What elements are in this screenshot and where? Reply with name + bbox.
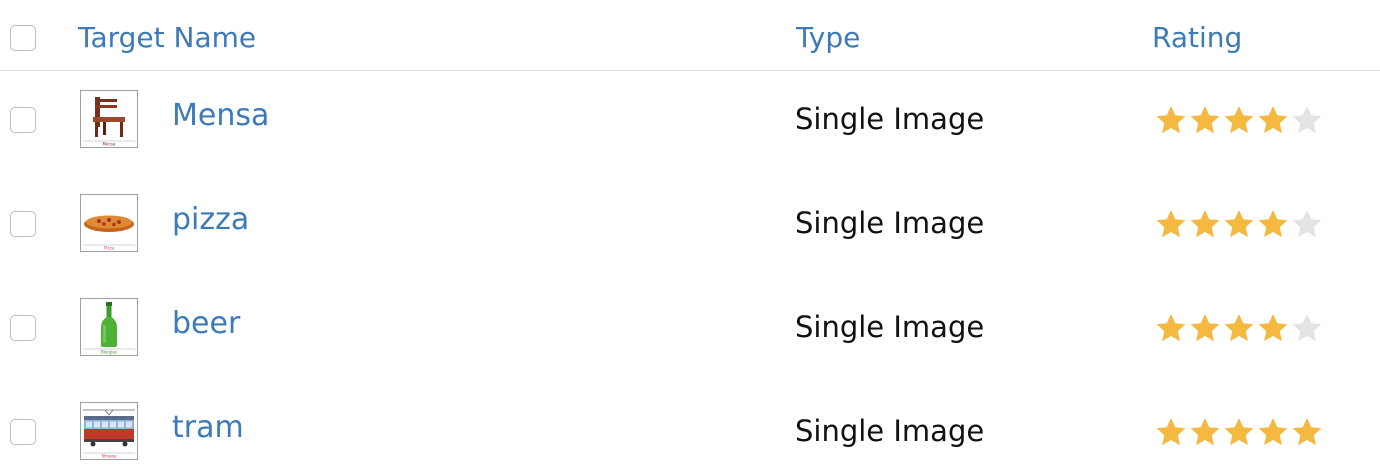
target-type: Single Image xyxy=(795,310,985,344)
star-filled-icon[interactable] xyxy=(1188,416,1222,448)
star-filled-icon[interactable] xyxy=(1188,312,1222,344)
rating-stars[interactable] xyxy=(1154,208,1324,240)
thumb-caption: Bierglas xyxy=(101,350,117,355)
column-header-type[interactable]: Type xyxy=(796,20,860,56)
column-header-rating[interactable]: Rating xyxy=(1152,20,1242,56)
star-filled-icon[interactable] xyxy=(1256,208,1290,240)
rating-stars[interactable] xyxy=(1154,416,1324,448)
star-filled-icon[interactable] xyxy=(1222,312,1256,344)
table-row[interactable]: Mensa Mensa Single Image xyxy=(0,70,1380,174)
table-row[interactable]: Pizza pizza Single Image xyxy=(0,174,1380,278)
target-name-link[interactable]: tram xyxy=(172,410,244,446)
star-filled-icon[interactable] xyxy=(1256,104,1290,136)
target-type: Single Image xyxy=(795,206,985,240)
table-row[interactable]: Bierglas beer Single Image xyxy=(0,278,1380,382)
rating-stars[interactable] xyxy=(1154,104,1324,136)
tram-icon[interactable]: Strasse xyxy=(80,402,138,460)
star-filled-icon[interactable] xyxy=(1188,208,1222,240)
star-filled-icon[interactable] xyxy=(1154,104,1188,136)
chair-icon[interactable]: Mensa xyxy=(80,90,138,148)
target-type: Single Image xyxy=(795,414,985,448)
target-name-link[interactable]: Mensa xyxy=(172,98,269,134)
thumb-caption: Mensa xyxy=(103,142,117,147)
targets-table: Target Name Type Rating Mensa Mensa Sing… xyxy=(0,0,1380,471)
star-filled-icon[interactable] xyxy=(1188,104,1222,136)
column-header-target-name[interactable]: Target Name xyxy=(78,20,256,56)
star-filled-icon[interactable] xyxy=(1222,416,1256,448)
row-checkbox[interactable] xyxy=(10,315,36,341)
target-name-link[interactable]: beer xyxy=(172,306,240,342)
target-type: Single Image xyxy=(795,102,985,136)
star-filled-icon[interactable] xyxy=(1256,416,1290,448)
beer-bottle-icon[interactable]: Bierglas xyxy=(80,298,138,356)
rating-stars[interactable] xyxy=(1154,312,1324,344)
star-filled-icon[interactable] xyxy=(1290,416,1324,448)
star-filled-icon[interactable] xyxy=(1256,312,1290,344)
thumb-caption: Strasse xyxy=(102,454,117,459)
star-empty-icon[interactable] xyxy=(1290,104,1324,136)
table-row[interactable]: Strasse tram Single Image xyxy=(0,382,1380,471)
star-empty-icon[interactable] xyxy=(1290,208,1324,240)
row-checkbox[interactable] xyxy=(10,419,36,445)
star-filled-icon[interactable] xyxy=(1154,312,1188,344)
row-checkbox[interactable] xyxy=(10,211,36,237)
pizza-icon[interactable]: Pizza xyxy=(80,194,138,252)
star-filled-icon[interactable] xyxy=(1154,208,1188,240)
star-filled-icon[interactable] xyxy=(1222,104,1256,136)
thumb-caption: Pizza xyxy=(104,246,115,251)
row-checkbox[interactable] xyxy=(10,107,36,133)
target-name-link[interactable]: pizza xyxy=(172,202,249,238)
table-header: Target Name Type Rating xyxy=(0,0,1380,71)
star-filled-icon[interactable] xyxy=(1154,416,1188,448)
select-all-checkbox[interactable] xyxy=(10,25,36,51)
star-filled-icon[interactable] xyxy=(1222,208,1256,240)
star-empty-icon[interactable] xyxy=(1290,312,1324,344)
